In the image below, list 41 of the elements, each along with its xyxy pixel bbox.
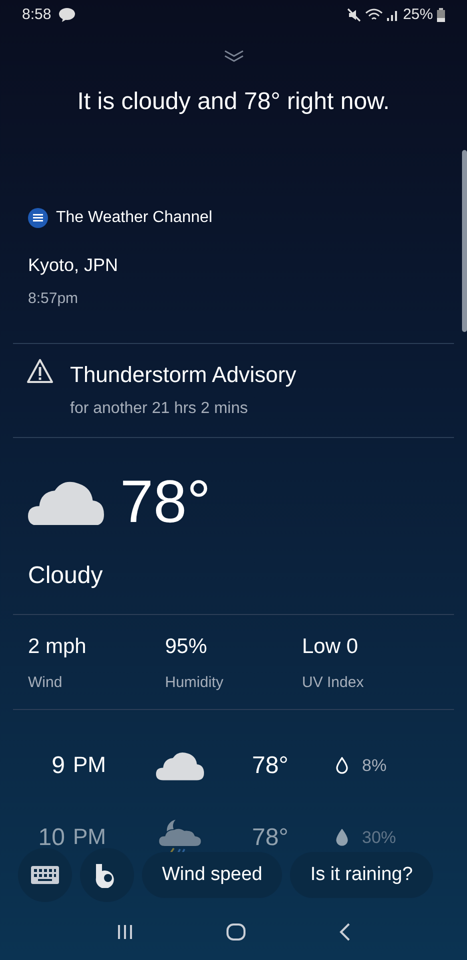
source-name: The Weather Channel bbox=[56, 208, 212, 228]
stat-value: 2 mph bbox=[28, 634, 88, 660]
mute-icon bbox=[346, 8, 361, 22]
period-text: PM bbox=[73, 822, 106, 850]
temperature-text: 78° bbox=[120, 472, 211, 532]
suggestion-chip[interactable]: Wind speed bbox=[142, 852, 282, 898]
keyboard-icon bbox=[31, 866, 59, 884]
signal-icon bbox=[386, 9, 399, 21]
home-icon[interactable] bbox=[226, 923, 246, 941]
stat-label: Wind bbox=[28, 673, 64, 693]
channel-logo-icon bbox=[28, 208, 48, 228]
period-text: PM bbox=[73, 750, 106, 778]
local-time: 8:57pm bbox=[27, 289, 80, 309]
location-text: Kyoto, JPN bbox=[27, 254, 120, 277]
hour-temperature: 78° bbox=[252, 822, 290, 852]
stat-label: UV Index bbox=[302, 673, 365, 693]
cloud-icon bbox=[156, 750, 204, 781]
condition-text: Cloudy bbox=[27, 560, 104, 590]
alert-detail: for another 21 hrs 2 mins bbox=[70, 398, 249, 418]
battery-text: 25% bbox=[402, 4, 433, 25]
precipitation-text: 30% bbox=[362, 826, 396, 849]
suggestion-chip[interactable]: Is it raining? bbox=[290, 852, 433, 898]
wifi-icon bbox=[364, 8, 383, 22]
stat-label: Humidity bbox=[165, 673, 224, 693]
chevron-down-icon[interactable] bbox=[224, 50, 244, 62]
headline-text: It is cloudy and 78° right now. bbox=[76, 87, 391, 117]
hour-text: 9 bbox=[52, 750, 65, 780]
clock-text: 8:58 bbox=[22, 4, 52, 25]
back-icon[interactable] bbox=[338, 923, 351, 941]
chat-bubble-icon bbox=[59, 8, 76, 22]
warning-icon bbox=[26, 358, 54, 384]
battery-icon bbox=[437, 8, 445, 22]
raindrop-icon bbox=[336, 829, 348, 846]
stat-value: Low 0 bbox=[302, 634, 360, 660]
alert-title: Thunderstorm Advisory bbox=[70, 360, 296, 389]
recent-apps-icon[interactable] bbox=[116, 924, 134, 940]
stat-value: 95% bbox=[165, 634, 208, 660]
hour-temperature: 78° bbox=[252, 750, 290, 780]
raindrop-icon bbox=[336, 757, 348, 774]
hour-text: 10 bbox=[38, 822, 65, 852]
precipitation-text: 8% bbox=[362, 754, 387, 777]
